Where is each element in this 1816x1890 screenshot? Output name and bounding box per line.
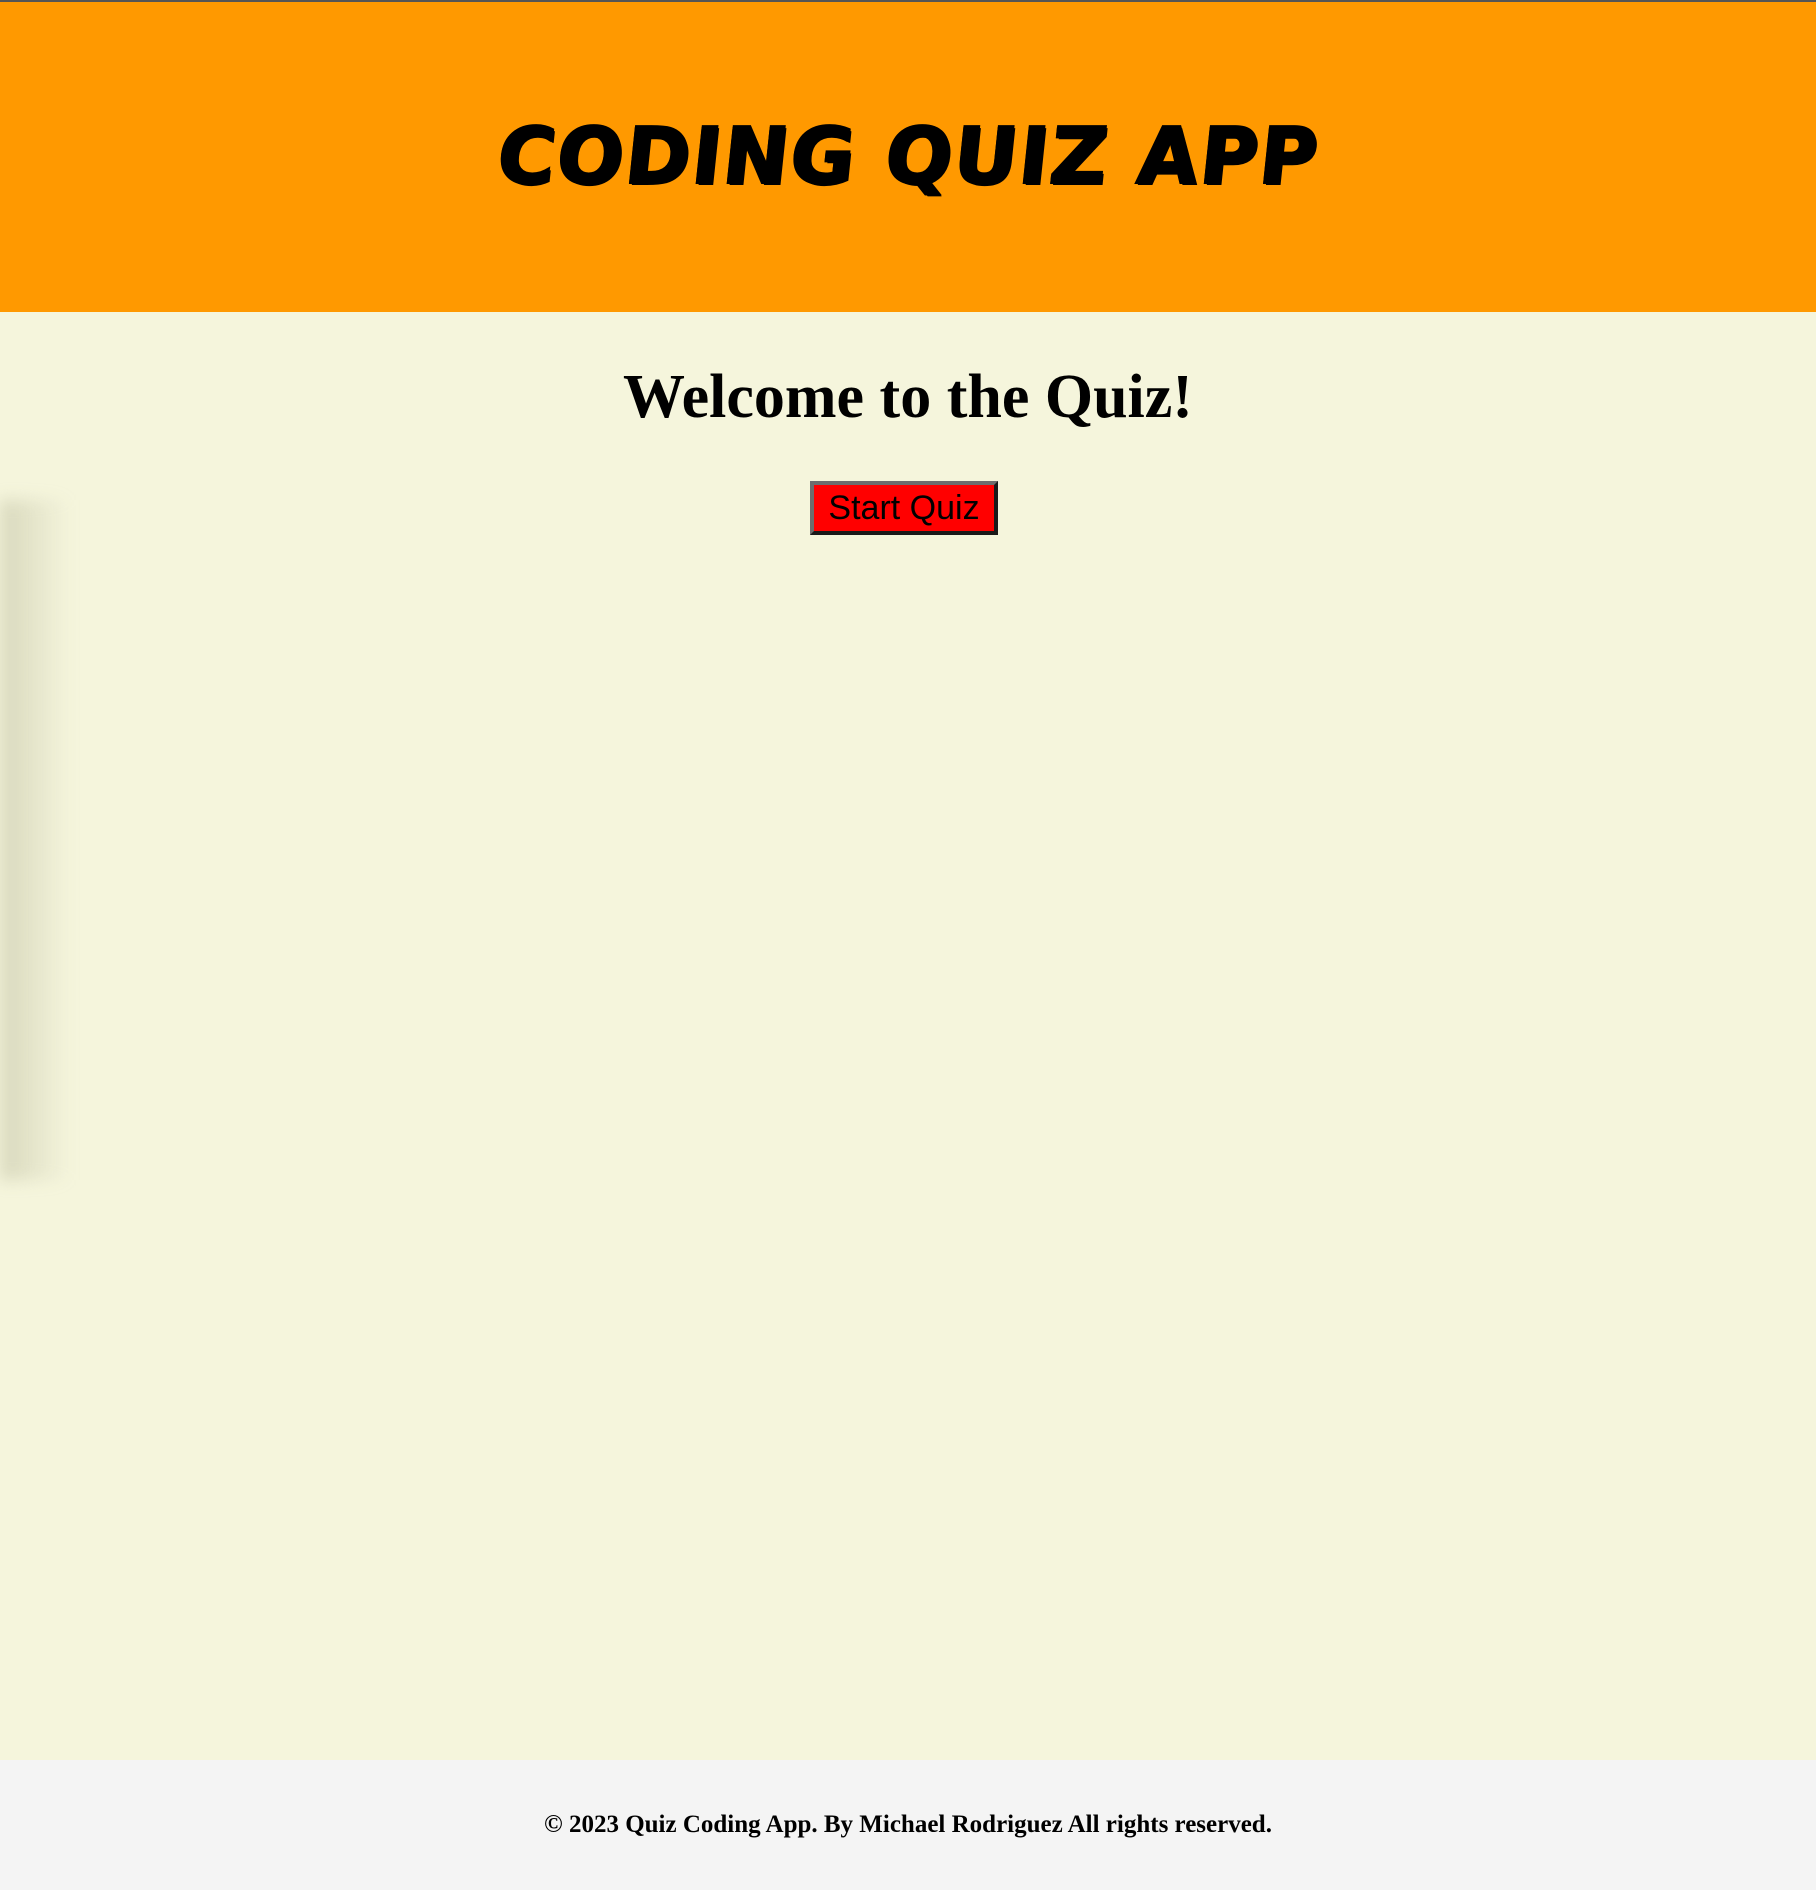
site-header: Coding Quiz App [0, 2, 1816, 312]
start-quiz-button[interactable]: Start Quiz [810, 481, 998, 535]
main-content: Welcome to the Quiz! Start Quiz [0, 312, 1816, 1760]
site-footer: © 2023 Quiz Coding App. By Michael Rodri… [0, 1760, 1816, 1890]
welcome-heading: Welcome to the Quiz! [623, 363, 1193, 431]
app-title: Coding Quiz App [492, 111, 1324, 203]
footer-copyright: © 2023 Quiz Coding App. By Michael Rodri… [544, 1811, 1272, 1838]
page: Coding Quiz App Welcome to the Quiz! Sta… [0, 0, 1816, 1890]
